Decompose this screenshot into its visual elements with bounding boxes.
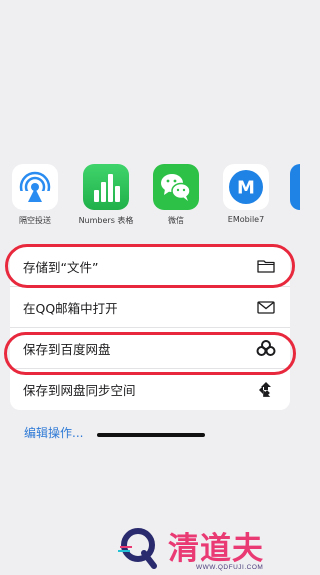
share-app-row: 隔空投送 Numbers 表格 微信 M EMobile7 bbox=[0, 158, 300, 228]
annotation-highlight-baidu bbox=[4, 332, 296, 375]
action-label: 在QQ邮箱中打开 bbox=[23, 300, 118, 316]
watermark-logo bbox=[116, 524, 160, 570]
annotation-highlight-files bbox=[5, 244, 295, 288]
watermark: 清道夫 WWW.QDFUJI.COM bbox=[108, 520, 300, 575]
sync-space-icon bbox=[256, 380, 276, 400]
action-save-to-sync-space[interactable]: 保存到网盘同步空间 bbox=[10, 369, 290, 410]
action-label: 保存到网盘同步空间 bbox=[23, 383, 136, 398]
emobile7-icon: M bbox=[223, 164, 269, 210]
app-label: Numbers 表格 bbox=[78, 216, 134, 225]
app-label: 微信 bbox=[168, 216, 184, 225]
numbers-icon bbox=[83, 164, 129, 210]
watermark-brand: 清道夫 bbox=[168, 531, 264, 567]
watermark-url: WWW.QDFUJI.COM bbox=[196, 564, 264, 571]
airdrop-icon bbox=[12, 164, 58, 210]
action-open-in-qq-mail[interactable]: 在QQ邮箱中打开 bbox=[10, 287, 290, 328]
next-app-icon-partial[interactable] bbox=[290, 164, 300, 210]
app-numbers[interactable]: Numbers 表格 bbox=[71, 164, 141, 226]
wechat-icon bbox=[153, 164, 199, 210]
svg-text:M: M bbox=[237, 178, 255, 199]
mail-icon bbox=[256, 297, 276, 317]
app-airdrop[interactable]: 隔空投送 bbox=[0, 164, 70, 226]
home-indicator[interactable] bbox=[97, 433, 205, 437]
app-wechat[interactable]: 微信 bbox=[141, 164, 211, 226]
edit-actions-link[interactable]: 编辑操作... bbox=[24, 424, 83, 441]
app-label: EMobile7 bbox=[227, 215, 265, 224]
app-emobile7[interactable]: M EMobile7 bbox=[211, 164, 281, 224]
app-label: 隔空投送 bbox=[19, 216, 51, 225]
